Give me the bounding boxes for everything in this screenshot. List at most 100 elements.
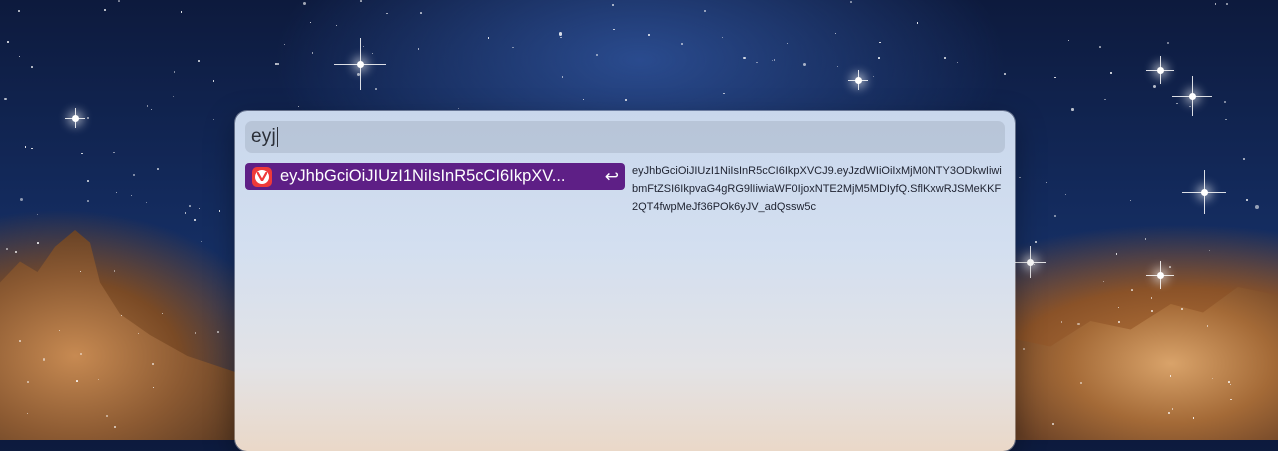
star — [184, 212, 187, 214]
text-caret — [276, 127, 278, 147]
star — [1206, 325, 1209, 327]
star — [14, 250, 17, 253]
star — [1117, 306, 1119, 308]
star — [1157, 67, 1164, 74]
star — [1054, 215, 1057, 218]
star — [560, 37, 562, 39]
star — [6, 248, 9, 251]
star — [1167, 41, 1170, 44]
star — [24, 146, 27, 148]
star — [198, 60, 200, 63]
star — [1099, 46, 1101, 48]
star — [1144, 238, 1147, 241]
star — [195, 332, 197, 334]
result-label: eyJhbGciOiJIUzI1NiIsInR5cCI6IkpXV... — [280, 167, 566, 185]
star — [19, 197, 24, 201]
star — [1246, 198, 1249, 201]
star — [1181, 308, 1183, 310]
star — [157, 167, 160, 170]
star — [1052, 423, 1054, 425]
star — [181, 11, 183, 13]
star — [1168, 266, 1171, 269]
star — [1064, 193, 1067, 196]
return-icon: ↩ — [604, 166, 619, 186]
result-item-selected[interactable]: eyJhbGciOiJIUzI1NiIsInR5cCI6IkpXV... ↩ — [245, 163, 625, 190]
star — [916, 22, 919, 24]
star — [582, 98, 585, 101]
star — [72, 115, 79, 122]
star — [131, 194, 133, 197]
star — [1192, 417, 1195, 419]
star — [1167, 411, 1170, 414]
star — [721, 36, 724, 39]
star — [146, 104, 149, 107]
star — [116, 192, 118, 194]
star — [1226, 3, 1229, 5]
star — [161, 313, 163, 315]
star — [218, 210, 221, 212]
star — [1071, 108, 1074, 111]
star — [1129, 200, 1131, 202]
star — [27, 381, 29, 383]
star — [213, 80, 215, 82]
star — [836, 66, 838, 68]
star — [86, 200, 89, 202]
star — [372, 53, 374, 55]
nebula-rocks-right — [1010, 287, 1278, 440]
star — [113, 151, 115, 153]
star — [956, 61, 959, 64]
star — [1068, 40, 1070, 42]
vivaldi-icon — [252, 166, 272, 187]
star — [1103, 281, 1105, 283]
star — [1223, 101, 1226, 104]
star — [1209, 250, 1211, 252]
star — [1054, 76, 1056, 79]
star — [648, 33, 651, 36]
star — [200, 240, 202, 243]
star — [1152, 84, 1157, 89]
star — [276, 63, 279, 65]
star — [189, 204, 191, 207]
star — [771, 60, 774, 62]
star — [133, 174, 135, 176]
star — [172, 96, 174, 98]
star — [561, 75, 564, 78]
star — [1104, 98, 1106, 100]
star — [849, 1, 852, 3]
star — [624, 98, 628, 101]
star — [743, 56, 746, 59]
search-field[interactable]: eyj — [245, 121, 1005, 153]
star — [559, 32, 563, 36]
star — [756, 61, 759, 64]
star — [173, 70, 176, 73]
search-query[interactable]: eyj — [251, 126, 276, 148]
star — [357, 61, 364, 68]
star — [76, 380, 78, 382]
star — [595, 53, 598, 56]
star — [1243, 157, 1246, 160]
star — [375, 88, 378, 91]
star — [297, 105, 300, 108]
launcher-panel: eyj eyJhbGciOiJIUzI1NiIsInR5cCI6IkpXV...… — [235, 111, 1015, 451]
star — [855, 77, 862, 84]
star — [113, 270, 116, 272]
star — [18, 55, 21, 58]
star — [512, 46, 514, 49]
star — [212, 118, 214, 120]
star — [336, 24, 338, 27]
star — [1225, 118, 1227, 121]
star — [879, 42, 881, 44]
star — [303, 1, 307, 5]
star — [1211, 377, 1213, 379]
star — [704, 10, 706, 12]
star — [1189, 106, 1191, 108]
star — [1201, 189, 1208, 196]
star — [81, 152, 83, 155]
star — [877, 57, 880, 60]
star — [1255, 205, 1260, 210]
star — [97, 378, 100, 380]
star — [1034, 241, 1037, 244]
star — [1228, 380, 1230, 383]
result-preview-text: eyJhbGciOiJIUzI1NiIsInR5cCI6IkpXVCJ9.eyJ… — [632, 165, 1002, 213]
star — [417, 48, 420, 50]
